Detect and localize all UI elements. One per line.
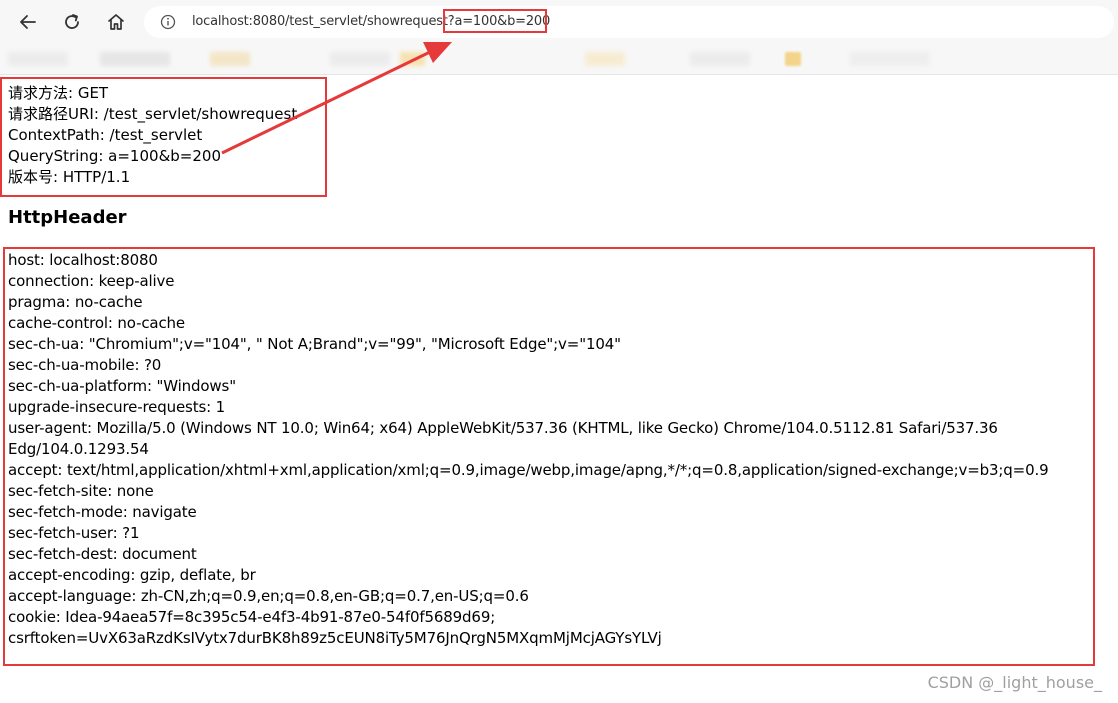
- bookmark-item[interactable]: [330, 52, 390, 66]
- request-info-highlight-box: [0, 77, 327, 197]
- headers-highlight-box: [3, 247, 1095, 666]
- reload-icon: [65, 14, 79, 29]
- section-title: HttpHeader: [8, 207, 127, 228]
- bookmark-item[interactable]: [785, 52, 801, 66]
- bookmark-item[interactable]: [585, 52, 625, 66]
- browser-toolbar: localhost:8080/test_servlet/showrequest?…: [0, 0, 1118, 44]
- watermark: CSDN @_light_house_: [927, 673, 1102, 692]
- bookmark-item[interactable]: [850, 52, 930, 66]
- info-icon[interactable]: [160, 14, 176, 30]
- back-button[interactable]: [13, 7, 43, 37]
- url-query-highlight-box: [443, 9, 547, 33]
- bookmark-item[interactable]: [690, 52, 750, 66]
- bookmark-item[interactable]: [100, 52, 170, 66]
- bookmark-item[interactable]: [210, 52, 250, 66]
- bookmark-item[interactable]: [400, 52, 425, 66]
- back-arrow-icon: [20, 15, 36, 29]
- address-bar[interactable]: localhost:8080/test_servlet/showrequest?…: [144, 6, 1114, 38]
- home-icon: [108, 14, 124, 30]
- bookmarks-bar: [0, 44, 1118, 75]
- reload-button[interactable]: [57, 7, 87, 37]
- home-button[interactable]: [101, 7, 131, 37]
- bookmark-item[interactable]: [8, 52, 68, 66]
